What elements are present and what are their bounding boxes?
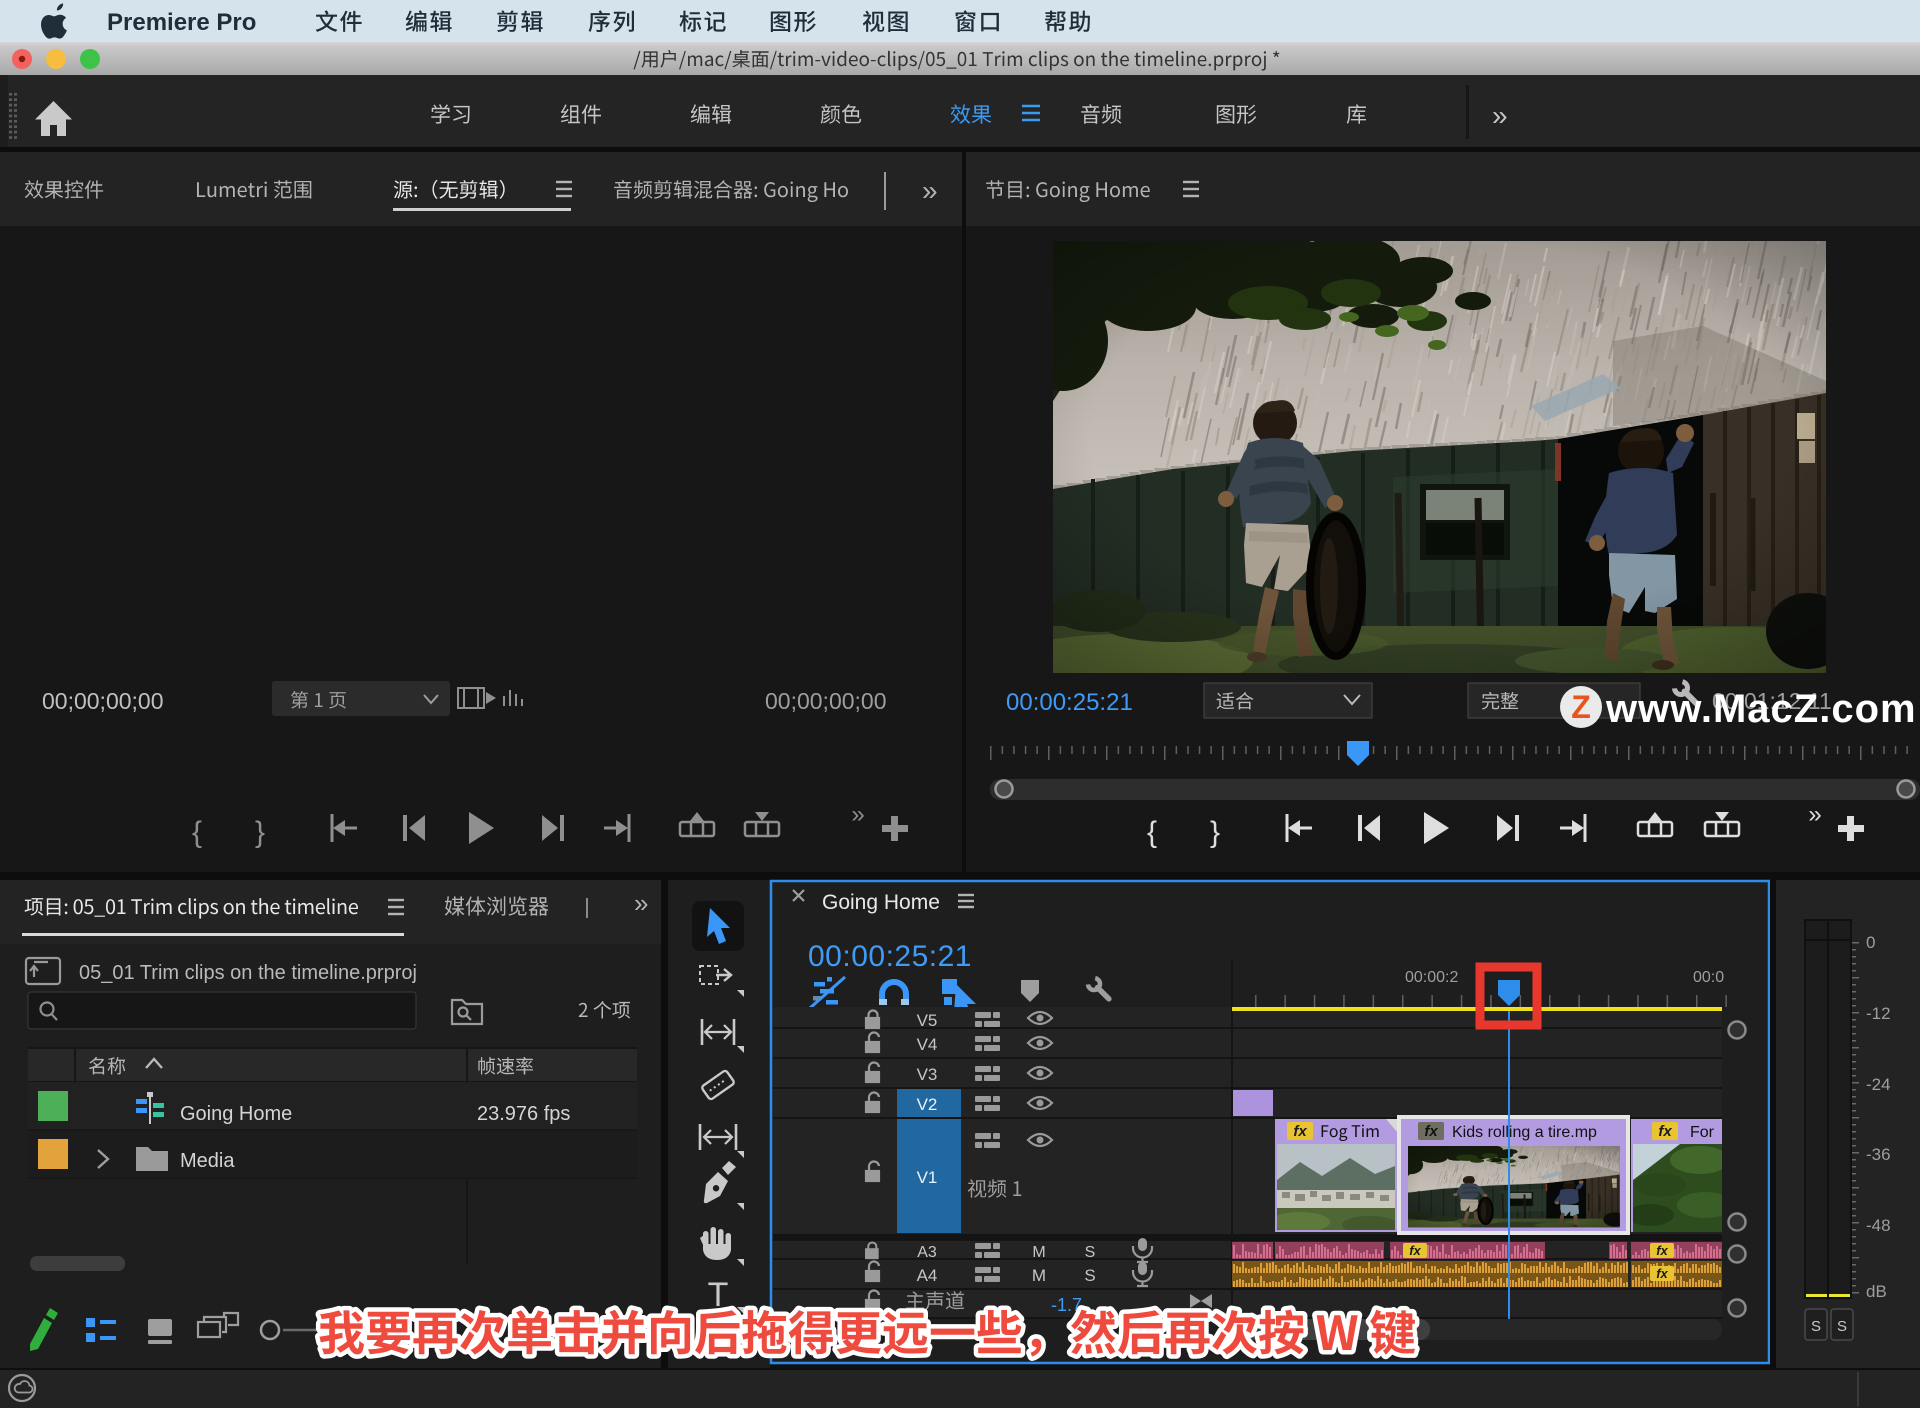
svg-text:dB: dB [1866, 1282, 1887, 1301]
svg-text:S: S [1837, 1318, 1847, 1335]
svg-text:-48: -48 [1866, 1216, 1891, 1235]
svg-text:0: 0 [1866, 933, 1875, 952]
svg-text:Kids rolling a tire.mp: Kids rolling a tire.mp [1452, 1124, 1597, 1141]
svg-text:{: { [1147, 816, 1157, 849]
svg-text:fx: fx [1656, 1243, 1668, 1258]
svg-text:00:00:2: 00:00:2 [1405, 969, 1458, 986]
svg-text:00;00;00;00: 00;00;00;00 [42, 688, 164, 714]
svg-text:00:0: 00:0 [1693, 969, 1724, 986]
svg-text:»: » [922, 175, 938, 206]
svg-text:V1: V1 [917, 1168, 938, 1187]
svg-text:Going Home: Going Home [180, 1103, 292, 1125]
svg-text:S: S [1085, 1244, 1096, 1261]
svg-text:00;00;00;00: 00;00;00;00 [765, 688, 887, 714]
svg-text:fx: fx [1409, 1243, 1421, 1258]
svg-text:M: M [1032, 1266, 1046, 1285]
svg-text:V4: V4 [917, 1035, 938, 1054]
svg-text:fx: fx [1656, 1266, 1668, 1281]
svg-text:{: { [192, 816, 202, 849]
svg-text:-36: -36 [1866, 1145, 1891, 1164]
svg-text:»: » [634, 888, 648, 918]
svg-text:M: M [1032, 1244, 1045, 1261]
svg-text:www.MacZ.com: www.MacZ.com [1605, 687, 1917, 731]
svg-text:Z: Z [1571, 689, 1591, 725]
svg-text:00:00:25:21: 00:00:25:21 [808, 940, 972, 973]
svg-text:}: } [1210, 816, 1220, 849]
svg-text:fx: fx [1293, 1123, 1307, 1140]
svg-text:Media: Media [180, 1150, 235, 1172]
svg-text:05_01 Trim clips on the timeli: 05_01 Trim clips on the timeline.prproj [79, 962, 417, 984]
svg-text:fx: fx [1658, 1123, 1672, 1140]
svg-text:S: S [1084, 1266, 1095, 1285]
svg-text:fx: fx [1424, 1123, 1438, 1140]
svg-text:Going Home: Going Home [822, 891, 940, 914]
svg-text:}: } [255, 816, 265, 849]
svg-text:A3: A3 [917, 1244, 937, 1261]
svg-text:-24: -24 [1866, 1075, 1891, 1094]
svg-text:Premiere Pro: Premiere Pro [107, 9, 256, 36]
svg-text:00:00:25:21: 00:00:25:21 [1006, 689, 1133, 716]
svg-text:23.976 fps: 23.976 fps [477, 1103, 570, 1125]
svg-text:»: » [851, 801, 864, 828]
svg-text:»: » [1492, 100, 1508, 131]
svg-text:For: For [1690, 1124, 1715, 1141]
svg-text:-12: -12 [1866, 1004, 1891, 1023]
svg-text:V2: V2 [917, 1095, 938, 1114]
svg-text:V5: V5 [917, 1011, 938, 1030]
svg-text:V3: V3 [917, 1065, 938, 1084]
svg-text:»: » [1808, 801, 1821, 828]
svg-text:S: S [1811, 1318, 1821, 1335]
svg-text:A4: A4 [917, 1266, 938, 1285]
